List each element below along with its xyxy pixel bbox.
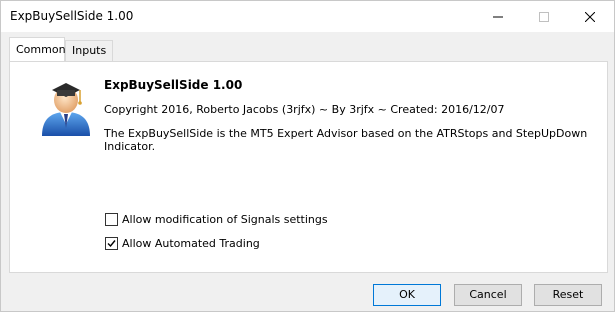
- minimize-icon: [493, 16, 503, 17]
- allow-trading-row[interactable]: Allow Automated Trading: [105, 237, 260, 250]
- allow-signals-row[interactable]: Allow modification of Signals settings: [105, 213, 328, 226]
- allow-trading-checkbox[interactable]: [105, 237, 118, 250]
- copyright-text: Copyright 2016, Roberto Jacobs (3rjfx) ~…: [104, 103, 505, 116]
- graduate-user-icon: [42, 83, 90, 136]
- title-bar[interactable]: ExpBuySellSide 1.00: [1, 1, 614, 32]
- allow-signals-checkbox[interactable]: [105, 213, 118, 226]
- ea-title: ExpBuySellSide 1.00: [104, 78, 243, 92]
- window-title: ExpBuySellSide 1.00: [10, 9, 134, 23]
- tab-common[interactable]: Common: [9, 37, 66, 61]
- checkmark-icon: [107, 240, 116, 248]
- cancel-button[interactable]: Cancel: [454, 284, 522, 306]
- close-icon: [585, 11, 595, 22]
- description-text: The ExpBuySellSide is the MT5 Expert Adv…: [104, 127, 588, 153]
- minimize-button[interactable]: [475, 1, 521, 32]
- ok-button[interactable]: OK: [373, 284, 441, 306]
- maximize-button[interactable]: [521, 1, 567, 32]
- tab-inputs[interactable]: Inputs: [65, 40, 113, 62]
- dialog-window: ExpBuySellSide 1.00 Common Inputs ExpBuy…: [0, 0, 615, 312]
- allow-trading-label: Allow Automated Trading: [122, 237, 260, 250]
- allow-signals-label: Allow modification of Signals settings: [122, 213, 328, 226]
- close-button[interactable]: [567, 1, 613, 32]
- maximize-icon: [539, 11, 549, 22]
- common-panel: ExpBuySellSide 1.00 Copyright 2016, Robe…: [9, 61, 608, 273]
- reset-button[interactable]: Reset: [534, 284, 602, 306]
